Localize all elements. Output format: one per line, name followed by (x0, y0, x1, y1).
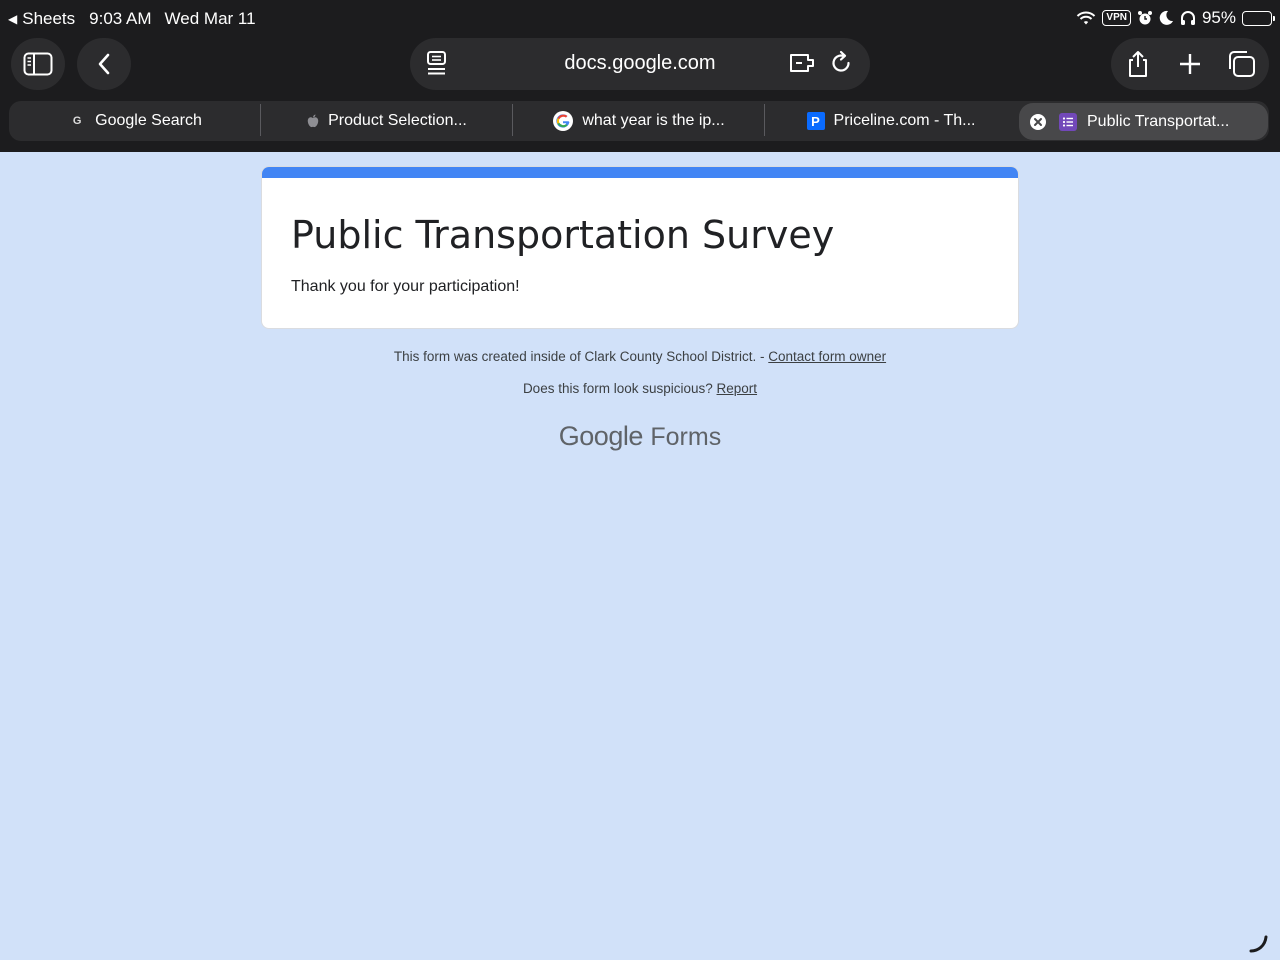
alarm-icon (1137, 11, 1152, 25)
tab-public-transportation[interactable]: Public Transportat... (1019, 103, 1268, 140)
forms-icon (1059, 112, 1077, 131)
chevron-left-icon (98, 53, 110, 75)
address-bar[interactable]: docs.google.com (410, 38, 870, 90)
close-tab-icon[interactable] (1029, 113, 1047, 131)
brand-forms: Forms (650, 423, 722, 451)
google-icon (553, 111, 574, 131)
form-created-notice: This form was created inside of Clark Co… (0, 349, 1280, 364)
battery-percent: 95% (1201, 8, 1236, 27)
tab-what-year[interactable]: what year is the ip... (513, 101, 765, 141)
tab-title: Product Selection... (328, 112, 467, 129)
tab-title: Public Transportat... (1087, 112, 1230, 130)
sidebar-toggle-button[interactable] (11, 38, 65, 90)
created-text: This form was created inside of Clark Co… (393, 349, 769, 364)
browser-chrome: ◀ Sheets 9:03 AM Wed Mar 11 VPN 95% docs… (0, 0, 1280, 152)
google-g-icon: G (68, 112, 87, 130)
tab-bar: G Google Search Product Selection... wha… (9, 101, 1269, 141)
google-forms-logo[interactable]: Google Forms (0, 421, 1280, 452)
back-button[interactable] (77, 38, 131, 90)
extensions-icon[interactable] (788, 50, 816, 76)
priceline-icon: P (806, 112, 825, 130)
tab-google-search[interactable]: G Google Search (9, 101, 261, 141)
back-app-label[interactable]: Sheets (22, 9, 75, 29)
tab-title: Priceline.com - Th... (833, 112, 976, 129)
form-confirmation-card: Public Transportation Survey Thank you f… (261, 166, 1019, 329)
status-bar: ◀ Sheets 9:03 AM Wed Mar 11 VPN 95% (0, 0, 1280, 38)
tab-title: what year is the ip... (582, 112, 725, 129)
headphones-icon (1180, 11, 1195, 25)
status-date: Wed Mar 11 (164, 9, 256, 28)
suspicious-text: Does this form look suspicious? (522, 381, 717, 396)
battery-icon (1242, 10, 1275, 26)
status-left[interactable]: ◀ Sheets 9:03 AM Wed Mar 11 (8, 9, 256, 29)
tab-overview-icon[interactable] (1227, 50, 1257, 78)
tab-priceline[interactable]: P Priceline.com - Th... (765, 101, 1017, 141)
form-accent-bar (262, 167, 1018, 178)
back-to-app-icon: ◀ (8, 12, 18, 26)
moon-icon (1159, 10, 1173, 25)
apple-icon (307, 114, 319, 128)
brand-google: Google (558, 421, 644, 451)
wifi-icon (1077, 11, 1096, 24)
suspicious-notice: Does this form look suspicious? Report (0, 381, 1280, 396)
reload-icon[interactable] (831, 50, 853, 76)
vpn-icon: VPN (1102, 10, 1131, 26)
tab-title: Google Search (95, 112, 202, 129)
sidebar-icon (23, 52, 53, 76)
confirmation-message: Thank you for your participation! (291, 278, 520, 295)
status-right: VPN 95% (1076, 8, 1275, 28)
new-tab-icon[interactable] (1177, 50, 1203, 78)
tab-product-selection[interactable]: Product Selection... (261, 101, 513, 141)
resize-handle-icon (1249, 935, 1268, 953)
status-time: 9:03 AM (89, 9, 152, 28)
form-title: Public Transportation Survey (291, 213, 835, 257)
share-icon[interactable] (1124, 50, 1152, 78)
report-link[interactable]: Report (717, 381, 758, 396)
toolbar-right (1111, 38, 1269, 90)
contact-owner-link[interactable]: Contact form owner (768, 349, 886, 364)
